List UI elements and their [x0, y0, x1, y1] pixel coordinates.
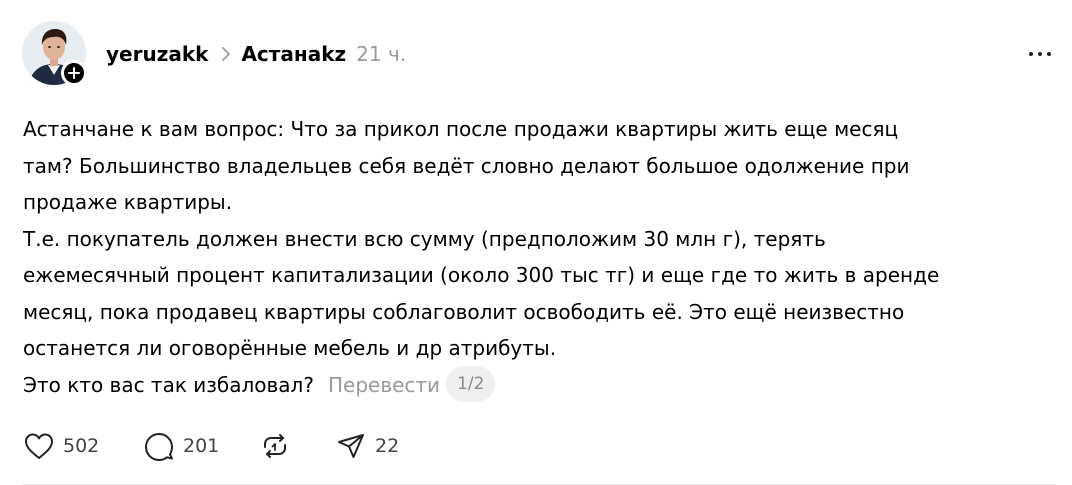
share-count: 22 — [375, 435, 400, 457]
post-text-line: там? Большинство владельцев себя ведёт с… — [23, 153, 910, 178]
more-options-button[interactable] — [1022, 42, 1058, 66]
reply-count: 201 — [183, 435, 220, 457]
post-text-line: Астанчане к вам вопрос: Что за прикол по… — [23, 117, 899, 141]
share-button[interactable]: 22 — [335, 431, 399, 461]
author-avatar-wrap[interactable] — [22, 21, 88, 87]
like-count: 502 — [63, 435, 100, 457]
post-header: yeruzakk Астанаkz 21 ч. — [106, 38, 406, 70]
like-button[interactable]: 502 — [23, 431, 143, 461]
comment-icon — [145, 433, 173, 461]
repost-button[interactable] — [259, 431, 335, 461]
reply-button[interactable]: 201 — [143, 431, 259, 461]
post-text-line: месяц, пока продавец квартиры соблаговол… — [23, 299, 905, 324]
follow-button[interactable] — [61, 60, 87, 86]
plus-icon — [68, 67, 80, 79]
post-actions: 502 201 22 — [23, 428, 399, 464]
community-link[interactable]: Астанаkz — [241, 42, 346, 66]
heart-icon — [25, 433, 53, 459]
post-card: yeruzakk Астанаkz 21 ч. Астанчане к вам … — [0, 0, 1072, 485]
post-text-line: ежемесячный процент капитализации (около… — [23, 263, 940, 287]
author-username[interactable]: yeruzakk — [106, 42, 208, 66]
post-text-line: останется ли оговорённые мебель и др атр… — [23, 336, 557, 360]
post-text-line: Т.е. покупатель должен внести всю сумму … — [23, 226, 826, 251]
post-text-line: продаже квартиры. — [23, 190, 233, 214]
post-text-line: Это кто вас так избаловал? — [23, 372, 314, 397]
post-last-line: Это кто вас так избаловал? Перевести 1/2 — [23, 366, 1033, 405]
more-horizontal-icon — [1029, 52, 1051, 56]
send-icon — [338, 434, 364, 458]
page-indicator[interactable]: 1/2 — [446, 366, 496, 402]
translate-link[interactable]: Перевести — [328, 373, 440, 397]
chevron-right-icon — [221, 46, 231, 62]
post-timestamp: 21 ч. — [356, 42, 407, 66]
post-text: Астанчане к вам вопрос: Что за прикол по… — [23, 111, 1033, 404]
repost-icon — [264, 434, 286, 458]
